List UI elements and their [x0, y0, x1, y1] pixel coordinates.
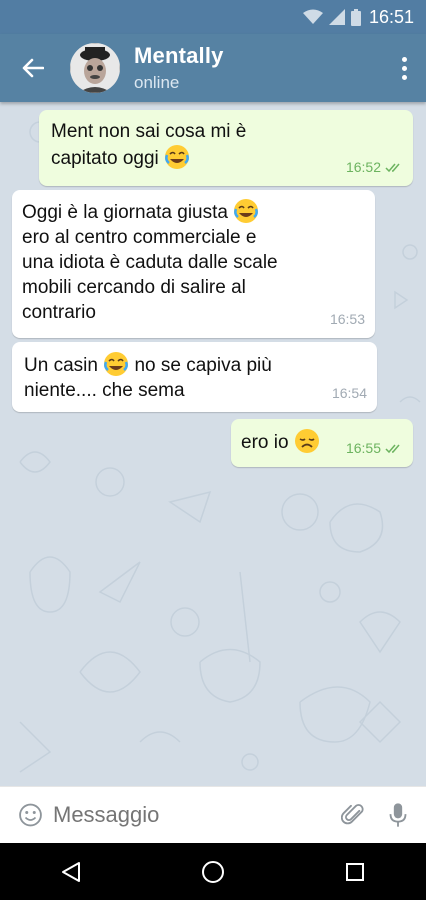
message-time: 16:52 — [345, 159, 381, 175]
more-vert-icon — [401, 56, 407, 62]
chat-status: online — [134, 73, 180, 92]
face-with-tears-of-joy-icon — [234, 199, 259, 223]
message-time: 16:55 — [345, 440, 381, 456]
more-options-button[interactable] — [392, 48, 416, 88]
navigation-bar — [0, 843, 426, 900]
chat-title-block[interactable]: Mentally online — [134, 43, 224, 93]
message-time: 16:53 — [329, 311, 365, 327]
double-check-icon — [385, 444, 400, 453]
emoji-icon[interactable] — [18, 800, 43, 830]
battery-icon — [350, 8, 361, 26]
status-bar: 16:51 — [0, 0, 426, 34]
nav-back-button[interactable] — [41, 843, 101, 900]
message-text: Un casin no se capiva più niente.... che… — [24, 351, 365, 403]
chat-name: Mentally — [134, 43, 224, 68]
double-check-icon — [385, 163, 400, 172]
message-text: Oggi è la giornata giusta ero al centro … — [22, 198, 365, 325]
nav-recents-icon — [346, 862, 364, 881]
message-input[interactable] — [53, 802, 341, 828]
message-composer — [0, 786, 426, 843]
nav-recents-button[interactable] — [325, 843, 385, 900]
signal-icon — [328, 9, 345, 25]
disappointed-face-icon — [294, 429, 319, 453]
face-with-tears-of-joy-icon — [104, 352, 129, 376]
message-outgoing[interactable]: Ment non sai cosa mi è capitato oggi 16:… — [39, 110, 413, 186]
message-incoming[interactable]: Un casin no se capiva più niente.... che… — [12, 342, 377, 412]
attach-icon[interactable] — [341, 800, 366, 830]
wifi-icon — [302, 9, 323, 24]
status-icons — [302, 8, 361, 26]
message-outgoing[interactable]: ero io 16:55 — [231, 419, 413, 467]
message-incoming[interactable]: Oggi è la giornata giusta ero al centro … — [12, 190, 375, 338]
back-button[interactable] — [0, 34, 66, 102]
nav-home-button[interactable] — [183, 843, 243, 900]
microphone-icon[interactable] — [388, 799, 408, 831]
face-with-tears-of-joy-icon — [165, 145, 190, 169]
message-meta: 16:54 — [332, 381, 367, 406]
chat-area[interactable]: Ment non sai cosa mi è capitato oggi 16:… — [0, 102, 426, 786]
nav-home-icon — [202, 860, 224, 883]
message-meta: 16:52 — [346, 155, 403, 180]
nav-back-icon — [62, 861, 80, 882]
chat-header: Mentally online — [0, 34, 426, 102]
back-arrow-icon — [22, 58, 44, 78]
avatar[interactable] — [70, 43, 120, 93]
message-meta: 16:53 — [330, 307, 365, 332]
status-time: 16:51 — [368, 6, 414, 27]
message-time: 16:54 — [331, 385, 367, 401]
message-meta: 16:55 — [346, 436, 403, 461]
